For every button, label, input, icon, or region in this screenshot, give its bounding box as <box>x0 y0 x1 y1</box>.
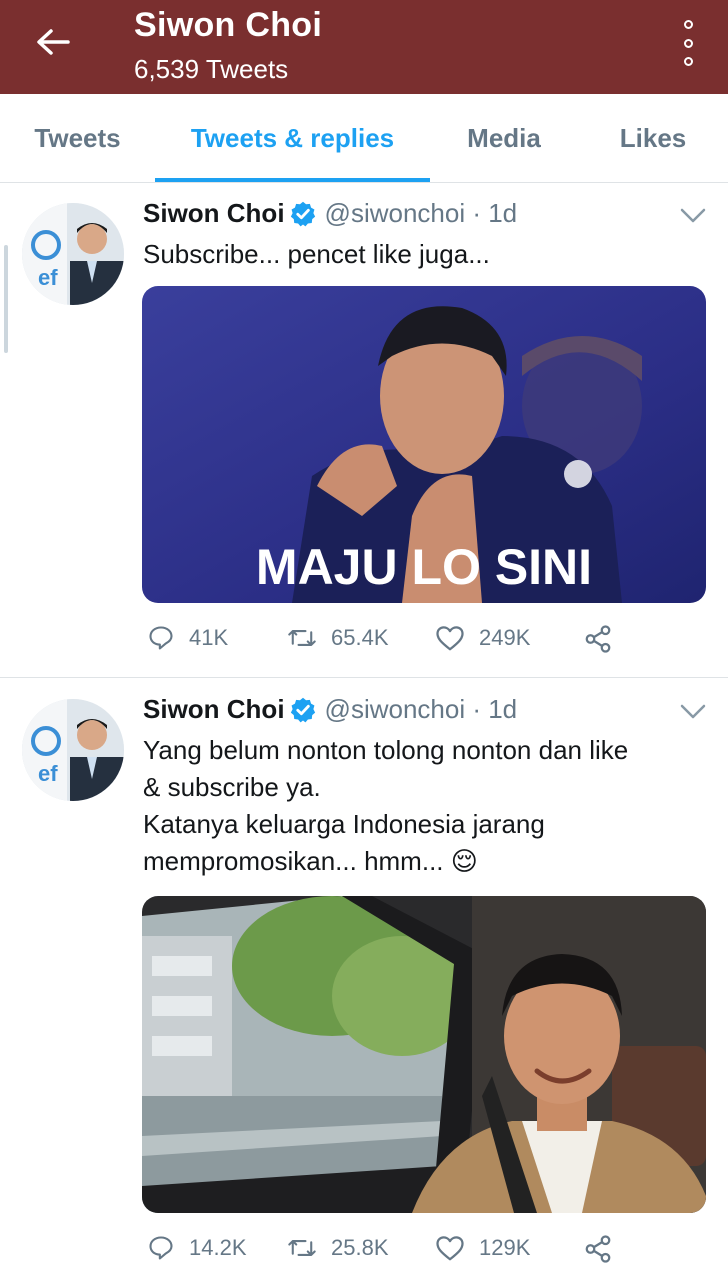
media-photo: MAJU LO SINI <box>142 286 706 603</box>
tweet-header: Siwon Choi @siwonchoi · 1d <box>143 198 517 229</box>
heart-icon <box>436 1236 464 1261</box>
tab-media[interactable]: Media <box>430 94 578 182</box>
retweet-button[interactable]: 25.8K <box>287 1234 389 1262</box>
overflow-menu-icon <box>683 20 693 29</box>
profile-header: Siwon Choi 6,539 Tweets <box>0 0 728 94</box>
reply-count: 41K <box>189 625 229 650</box>
svg-text:ef: ef <box>38 761 58 786</box>
scrollbar[interactable] <box>4 245 8 353</box>
reply-icon <box>149 1236 173 1260</box>
tab-likes[interactable]: Likes <box>578 94 728 182</box>
chevron-down-icon <box>680 208 706 223</box>
share-button[interactable] <box>583 1234 613 1264</box>
chevron-down-icon <box>680 704 706 719</box>
share-button[interactable] <box>583 624 613 654</box>
overflow-menu-button[interactable] <box>676 20 700 66</box>
heart-icon <box>436 626 464 651</box>
tweet-options-button[interactable] <box>680 207 706 227</box>
share-icon <box>585 625 611 653</box>
like-button[interactable]: 249K <box>435 624 530 652</box>
tweet-text: Subscribe... pencet like juga... <box>143 236 703 273</box>
tab-tweets-replies[interactable]: Tweets & replies <box>155 94 430 182</box>
tweet-actions: 41K 65.4K 249K <box>143 624 623 658</box>
tweet-actions: 14.2K 25.8K 129K <box>143 1234 623 1268</box>
tweet-text-line: mempromosikan... hmm... 😌 <box>143 846 478 876</box>
avatar-image: ef <box>22 203 124 305</box>
tweet-media-image[interactable]: MAJU LO SINI <box>142 286 706 603</box>
retweet-icon <box>288 630 316 646</box>
reply-button[interactable]: 41K <box>147 624 228 652</box>
like-button[interactable]: 129K <box>435 1234 530 1262</box>
retweet-button[interactable]: 65.4K <box>287 624 389 652</box>
tweet-count: 6,539 Tweets <box>134 54 289 84</box>
active-tab-indicator <box>155 178 430 182</box>
tweet-media-image[interactable] <box>142 896 706 1213</box>
reply-button[interactable]: 14.2K <box>147 1234 247 1262</box>
tweet-text-line: Katanya keluarga Indonesia jarang <box>143 809 545 839</box>
tweet-options-button[interactable] <box>680 703 706 723</box>
tweet-text-line: & subscribe ya. <box>143 772 321 802</box>
tweet-handle-time[interactable]: @siwonchoi · 1d <box>325 198 518 229</box>
retweet-icon <box>288 1240 316 1256</box>
profile-name-title: Siwon Choi <box>134 6 323 44</box>
like-count: 129K <box>479 1235 531 1260</box>
share-icon <box>585 1235 611 1263</box>
tweet-author-name[interactable]: Siwon Choi <box>143 694 285 725</box>
tweet-text-line: Yang belum nonton tolong nonton dan like <box>143 735 629 765</box>
verified-badge-icon <box>289 200 317 228</box>
avatar-image: ef <box>22 699 124 801</box>
tab-tweets[interactable]: Tweets <box>0 94 155 182</box>
reply-icon <box>149 626 173 650</box>
verified-badge-icon <box>289 696 317 724</box>
retweet-count: 65.4K <box>331 625 389 650</box>
tweet-handle-time[interactable]: @siwonchoi · 1d <box>325 694 518 725</box>
svg-text:ef: ef <box>38 265 58 290</box>
avatar[interactable]: ef <box>22 203 124 305</box>
reply-count: 14.2K <box>189 1235 247 1260</box>
arrow-left-icon <box>37 29 70 55</box>
tweet-text: Yang belum nonton tolong nonton dan like… <box>143 732 703 880</box>
back-button[interactable] <box>30 22 76 62</box>
media-caption: MAJU LO SINI <box>256 539 592 595</box>
retweet-count: 25.8K <box>331 1235 389 1260</box>
overflow-dot <box>683 57 693 66</box>
overflow-dot <box>683 38 693 48</box>
profile-tabs: Tweets Tweets & replies Media Likes <box>0 94 728 183</box>
tweet-divider <box>0 677 728 678</box>
tweet-header: Siwon Choi @siwonchoi · 1d <box>143 694 517 725</box>
like-count: 249K <box>479 625 531 650</box>
tweet-author-name[interactable]: Siwon Choi <box>143 198 285 229</box>
media-photo <box>142 896 706 1213</box>
tweet-text-line: Subscribe... pencet like juga... <box>143 239 490 269</box>
avatar[interactable]: ef <box>22 699 124 801</box>
